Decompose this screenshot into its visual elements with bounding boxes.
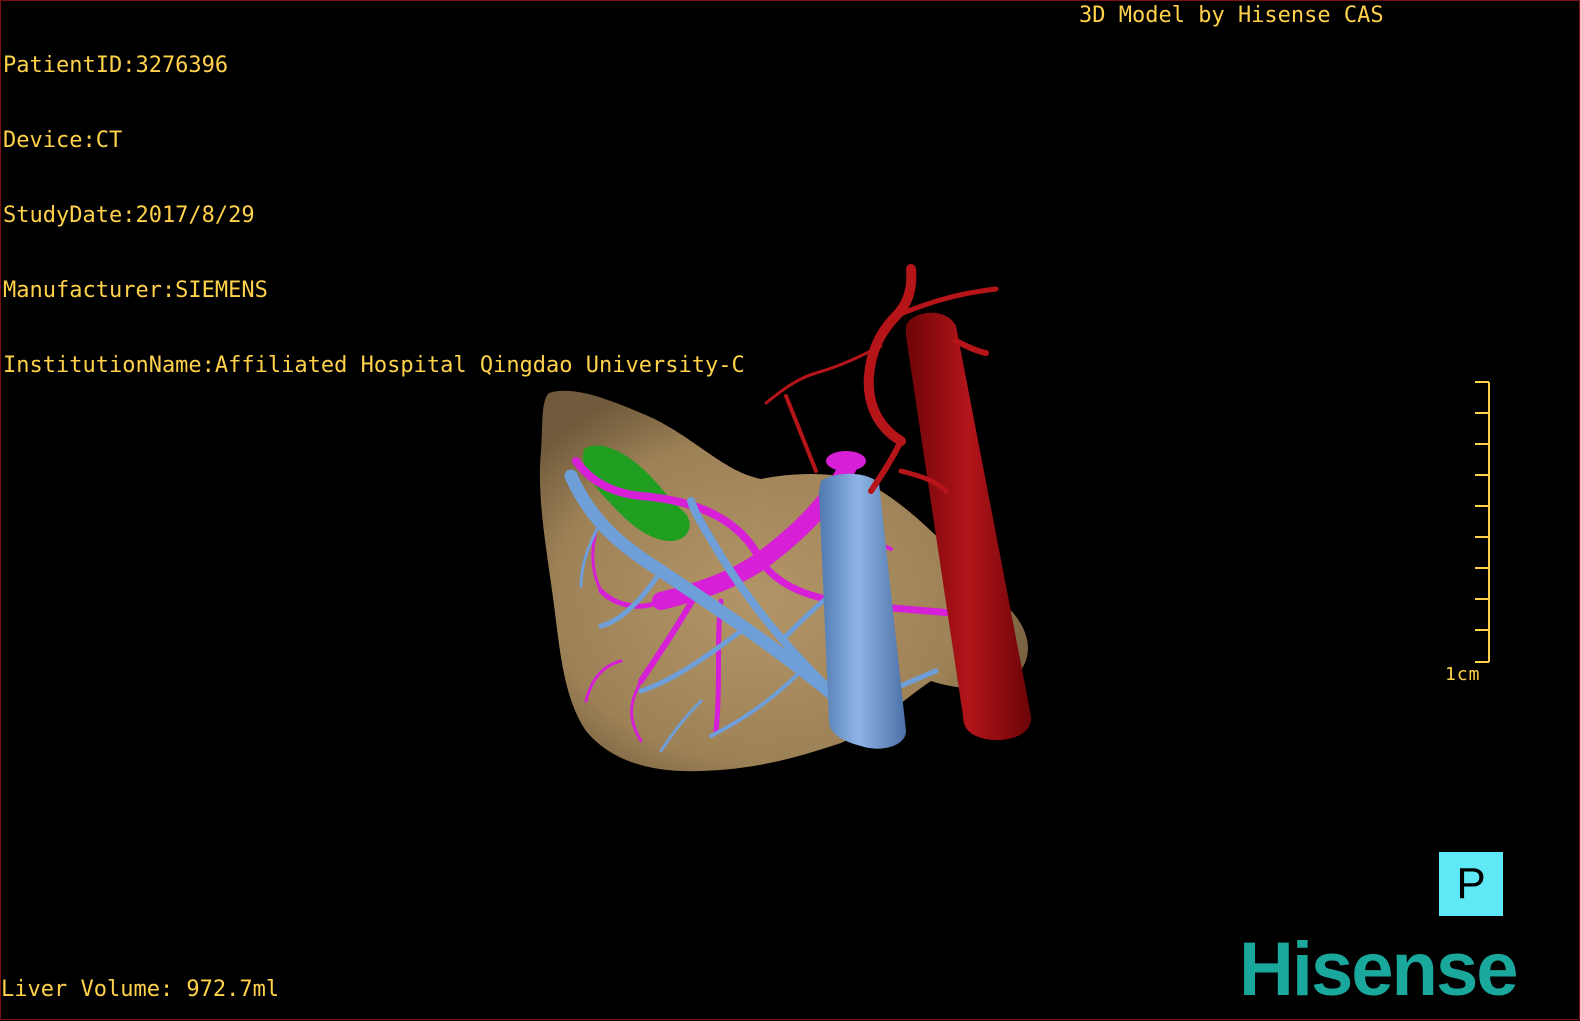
manufacturer: Manufacturer:SIEMENS (3, 278, 268, 303)
scale-bar (1475, 381, 1490, 663)
hisense-logo: Hisense (1239, 927, 1518, 1012)
patient-id: PatientID:3276396 (3, 53, 229, 78)
liver-volume: Liver Volume: 972.7ml (1, 977, 280, 1002)
model-credit: 3D Model by Hisense CAS (1079, 3, 1384, 28)
institution-name: InstitutionName:Affiliated Hospital Qing… (3, 353, 745, 378)
study-date: StudyDate:2017/8/29 (3, 203, 255, 228)
orientation-marker[interactable]: P (1439, 852, 1503, 916)
device: Device:CT (3, 128, 123, 153)
3d-viewport[interactable]: PatientID:3276396 Device:CT StudyDate:20… (0, 0, 1580, 1020)
portal-vein-confluence (826, 451, 866, 471)
scale-label: 1cm (1445, 664, 1481, 685)
dicom-info: PatientID:3276396 Device:CT StudyDate:20… (3, 3, 745, 428)
